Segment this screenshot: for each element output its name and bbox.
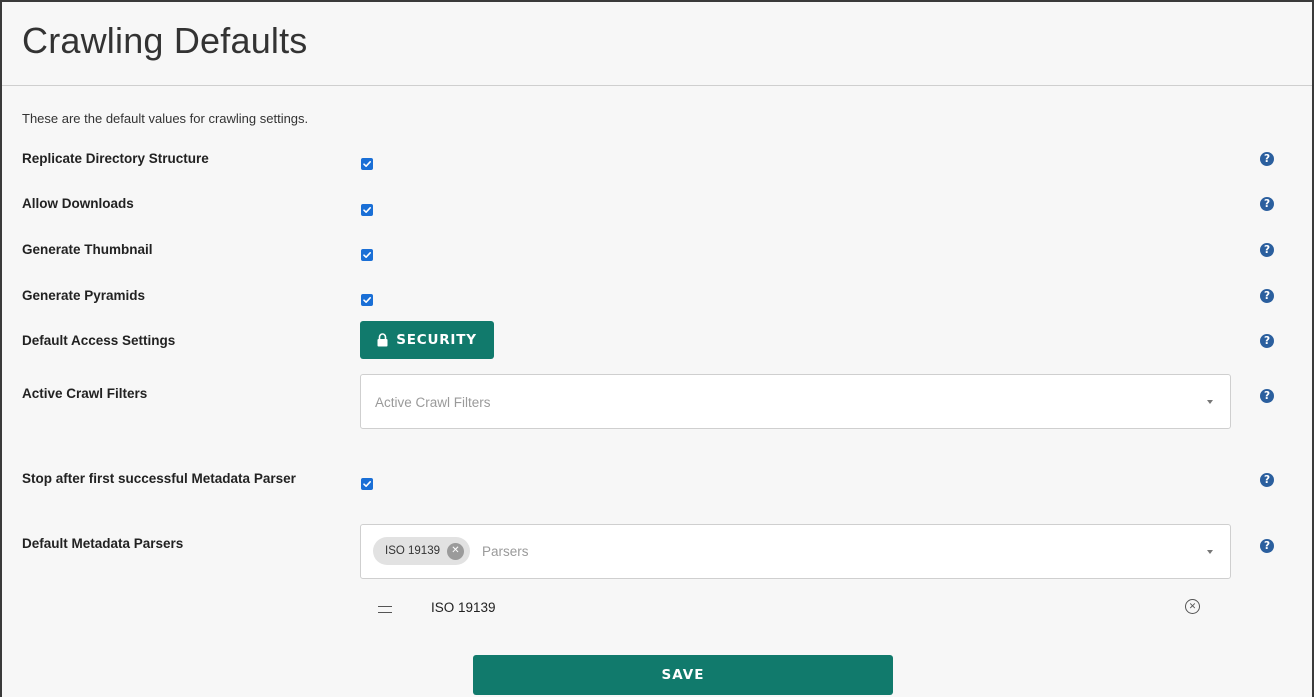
parser-list-item-label: ISO 19139 <box>431 600 496 615</box>
checkmark-icon <box>363 161 371 167</box>
active-crawl-filters-label: Active Crawl Filters <box>22 386 148 401</box>
checkmark-icon <box>363 481 371 487</box>
security-button-label: SECURITY <box>396 332 477 348</box>
crawling-defaults-panel: Crawling Defaults These are the default … <box>0 0 1314 697</box>
allow-downloads-label: Allow Downloads <box>22 196 134 211</box>
default-metadata-parsers-help-icon[interactable]: ? <box>1260 539 1274 553</box>
allow-downloads-help-icon[interactable]: ? <box>1260 197 1274 211</box>
checkmark-icon <box>363 207 371 213</box>
replicate-directory-structure-checkbox[interactable] <box>361 158 373 170</box>
security-button[interactable]: SECURITY <box>360 321 494 359</box>
generate-pyramids-checkbox[interactable] <box>361 294 373 306</box>
replicate-directory-structure-help-icon[interactable]: ? <box>1260 152 1274 166</box>
stop-after-first-parser-label: Stop after first successful Metadata Par… <box>22 471 296 486</box>
allow-downloads-checkbox[interactable] <box>361 204 373 216</box>
save-button[interactable]: SAVE <box>473 655 893 695</box>
lock-icon <box>377 333 388 347</box>
replicate-directory-structure-label: Replicate Directory Structure <box>22 151 209 166</box>
remove-circle-icon[interactable]: ✕ <box>1185 599 1200 614</box>
generate-thumbnail-checkbox[interactable] <box>361 249 373 261</box>
generate-pyramids-help-icon[interactable]: ? <box>1260 289 1274 303</box>
generate-thumbnail-label: Generate Thumbnail <box>22 242 153 257</box>
default-metadata-parsers-label: Default Metadata Parsers <box>22 536 184 551</box>
active-crawl-filters-select[interactable]: Active Crawl Filters <box>360 374 1231 429</box>
active-crawl-filters-placeholder: Active Crawl Filters <box>375 395 491 410</box>
parser-list-item: ISO 19139 ✕ <box>360 594 1231 624</box>
tag-remove-icon[interactable]: ✕ <box>446 542 464 560</box>
page-title: Crawling Defaults <box>22 20 308 61</box>
default-access-settings-label: Default Access Settings <box>22 333 176 348</box>
active-crawl-filters-help-icon[interactable]: ? <box>1260 389 1274 403</box>
parser-tag: ISO 19139 ✕ <box>373 537 470 565</box>
parser-tag-label: ISO 19139 <box>385 545 440 557</box>
page-description: These are the default values for crawlin… <box>22 111 309 126</box>
generate-thumbnail-help-icon[interactable]: ? <box>1260 243 1274 257</box>
default-access-settings-help-icon[interactable]: ? <box>1260 334 1274 348</box>
checkmark-icon <box>363 252 371 258</box>
default-metadata-parsers-select[interactable]: ISO 19139 ✕ Parsers <box>360 524 1231 579</box>
chevron-down-icon[interactable] <box>1207 400 1213 404</box>
stop-after-first-parser-help-icon[interactable]: ? <box>1260 473 1274 487</box>
title-divider <box>2 85 1312 86</box>
chevron-down-icon[interactable] <box>1207 550 1213 554</box>
generate-pyramids-label: Generate Pyramids <box>22 288 146 303</box>
stop-after-first-parser-checkbox[interactable] <box>361 478 373 490</box>
checkmark-icon <box>363 297 371 303</box>
parsers-placeholder: Parsers <box>482 544 529 559</box>
drag-handle-icon[interactable] <box>378 606 392 613</box>
